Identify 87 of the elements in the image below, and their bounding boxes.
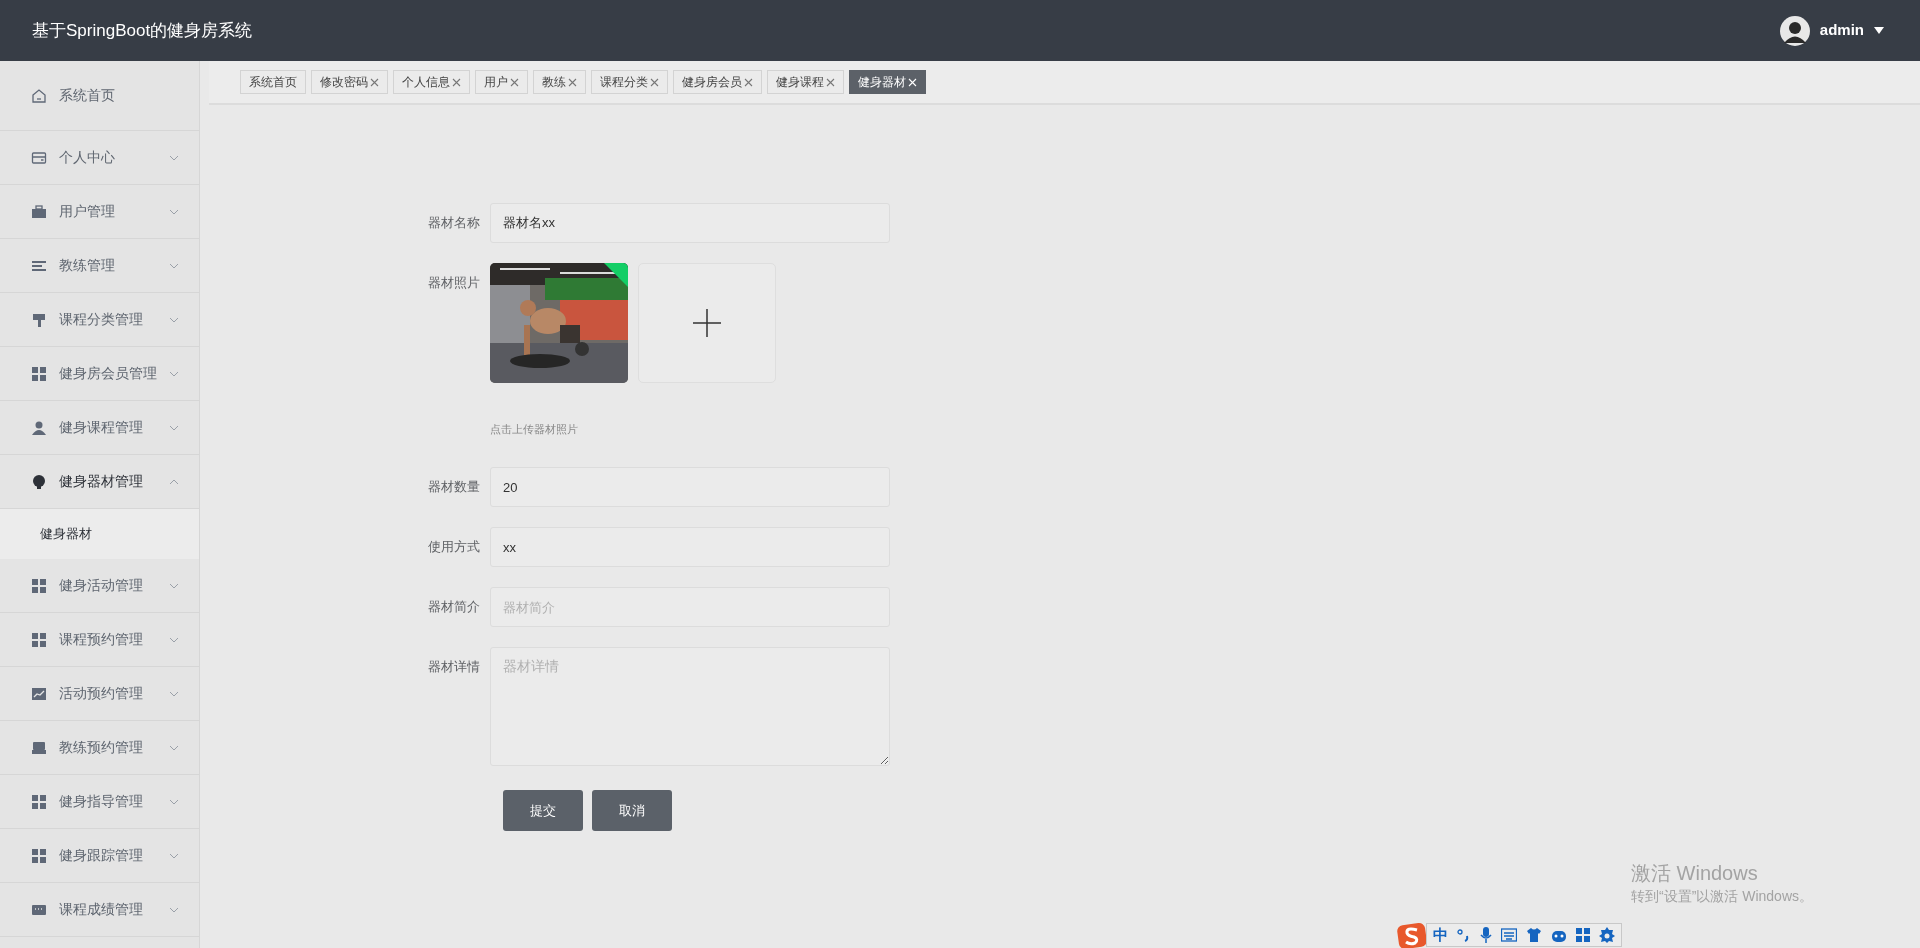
menu-label: 健身课程管理 xyxy=(59,418,143,437)
tab[interactable]: 健身房会员 xyxy=(673,70,762,94)
app-title: 基于SpringBoot的健身房系统 xyxy=(32,19,253,42)
menu-label: 课程分类管理 xyxy=(59,310,143,329)
settings-icon[interactable] xyxy=(1599,927,1615,943)
field-label: 器材详情 xyxy=(427,658,481,676)
field-label: 器材数量 xyxy=(427,478,481,496)
tab[interactable]: 个人信息 xyxy=(393,70,470,94)
close-icon[interactable] xyxy=(510,77,519,87)
menu-label: 教练预约管理 xyxy=(59,738,143,757)
menu-item[interactable]: 课程分类管理 xyxy=(0,293,199,347)
menu-item[interactable]: 教练管理 xyxy=(0,239,199,293)
keyboard-icon[interactable] xyxy=(1501,928,1517,942)
menu-label: 健身器材管理 xyxy=(59,472,143,491)
grid-icon xyxy=(31,847,47,864)
menu-item[interactable]: 健身指导管理 xyxy=(0,775,199,829)
tab[interactable]: 用户 xyxy=(475,70,528,94)
menu-item[interactable]: 用户管理 xyxy=(0,185,199,239)
menu-item[interactable]: 活动预约管理 xyxy=(0,667,199,721)
ime-mode-toggle[interactable]: 中 xyxy=(1433,923,1448,947)
tab[interactable]: 课程分类 xyxy=(591,70,668,94)
input-field[interactable]: 20 xyxy=(490,467,890,507)
menu-label: 活动预约管理 xyxy=(59,684,143,703)
bulb-icon xyxy=(31,473,47,490)
close-icon[interactable] xyxy=(826,77,835,87)
menu-label: 健身跟踪管理 xyxy=(59,846,143,865)
close-icon[interactable] xyxy=(744,77,753,87)
submenu-item[interactable]: 健身器材 xyxy=(0,509,199,559)
menu-item[interactable]: 课程预约管理 xyxy=(0,613,199,667)
grid-icon xyxy=(31,577,47,594)
printer-icon xyxy=(31,739,47,756)
menu-item[interactable]: 教练预约管理 xyxy=(0,721,199,775)
avatar-icon[interactable] xyxy=(1779,15,1810,46)
menu-label: 课程成绩管理 xyxy=(59,900,143,919)
input-field[interactable]: 器材名xx xyxy=(490,203,890,243)
field-label: 器材照片 xyxy=(427,274,481,292)
close-icon[interactable] xyxy=(452,77,461,87)
person-icon xyxy=(31,419,47,436)
menu-item[interactable]: 健身课程管理 xyxy=(0,401,199,455)
punctuation-icon[interactable] xyxy=(1457,928,1471,942)
shirt-icon[interactable] xyxy=(1526,927,1542,943)
user-name[interactable]: admin xyxy=(1819,19,1864,42)
chart-icon xyxy=(31,685,47,702)
menu-label: 健身房会员管理 xyxy=(59,364,157,383)
menu-item[interactable]: 个人中心 xyxy=(0,131,199,185)
grid-icon xyxy=(31,631,47,648)
grid-icon xyxy=(31,365,47,382)
robot-icon[interactable] xyxy=(1551,928,1567,942)
microphone-icon[interactable] xyxy=(1480,927,1492,943)
activation-title: 激活 Windows xyxy=(1631,861,1759,886)
menu-label: 系统首页 xyxy=(59,86,115,105)
grid-icon[interactable] xyxy=(1576,928,1590,942)
menu-item[interactable]: 系统首页 xyxy=(0,61,199,131)
activation-text: 转到“设置”以激活 Windows。 xyxy=(1631,887,1813,906)
menu-item[interactable]: 健身跟踪管理 xyxy=(0,829,199,883)
ime-logo-icon[interactable] xyxy=(1396,922,1428,948)
close-icon[interactable] xyxy=(370,77,379,87)
menu-label: 课程预约管理 xyxy=(59,630,143,649)
menu-label: 个人中心 xyxy=(59,148,115,167)
upload-hint: 点击上传器材照片 xyxy=(490,422,579,436)
input-field[interactable]: xx xyxy=(490,527,890,567)
grid-icon xyxy=(31,793,47,810)
briefcase-icon xyxy=(31,203,47,220)
field-label: 使用方式 xyxy=(427,538,481,556)
form-button[interactable]: 提交 xyxy=(503,790,583,831)
plus-icon xyxy=(693,309,721,337)
tab[interactable]: 系统首页 xyxy=(240,70,306,94)
menu-label: 用户管理 xyxy=(59,202,115,221)
tab[interactable]: 修改密码 xyxy=(311,70,388,94)
menu-label: 健身活动管理 xyxy=(59,576,143,595)
field-label: 器材简介 xyxy=(427,598,481,616)
menu-label: 教练管理 xyxy=(59,256,115,275)
form-button[interactable]: 取消 xyxy=(592,790,672,831)
tab[interactable]: 健身器材 xyxy=(849,70,926,94)
tab[interactable]: 健身课程 xyxy=(767,70,844,94)
card-icon xyxy=(31,149,47,166)
close-icon[interactable] xyxy=(568,77,577,87)
menu-label: 健身指导管理 xyxy=(59,792,143,811)
field-label: 器材名称 xyxy=(427,214,481,232)
menu-item[interactable]: 健身活动管理 xyxy=(0,559,199,613)
menu-item[interactable]: 课程成绩管理 xyxy=(0,883,199,937)
tab[interactable]: 教练 xyxy=(533,70,586,94)
caret-icon[interactable] xyxy=(1874,27,1884,34)
close-icon[interactable] xyxy=(650,77,659,87)
home-icon xyxy=(31,87,47,104)
menu-item[interactable]: 健身房会员管理 xyxy=(0,347,199,401)
paint-roller-icon xyxy=(31,311,47,328)
